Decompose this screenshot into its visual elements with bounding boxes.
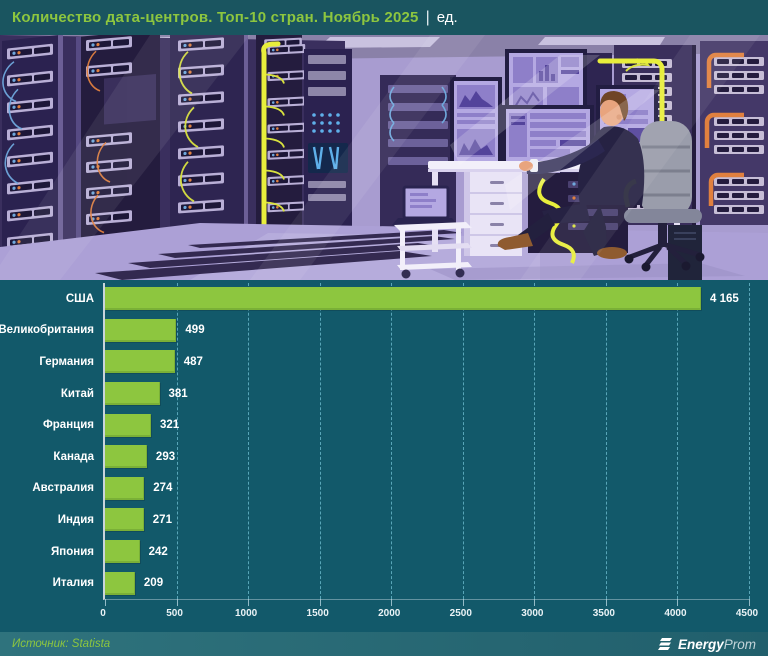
tick-label: 3500 [593,608,615,619]
bar [105,572,135,595]
plot-area: США4 165 Великобритания499 Германия487 Кита… [103,283,749,600]
bar-row: Великобритания499 [105,319,749,342]
tick-mark [177,599,178,606]
bar-row: Франция321 [105,414,749,437]
value-label: 293 [156,451,175,463]
value-label: 321 [160,419,179,431]
bar-row: Канада293 [105,445,749,468]
bar [105,540,140,563]
tick-label: 1000 [235,608,257,619]
bar [105,477,144,500]
infographic-page: Количество дата-центров. Топ-10 стран. Н… [0,0,768,656]
value-label: 242 [149,546,168,558]
bar-row: Австралия274 [105,477,749,500]
tick-mark [749,599,750,606]
tick-label: 3000 [521,608,543,619]
category-label: Китай [61,388,94,400]
bar [105,287,701,310]
bar-rows: США4 165 Великобритания499 Германия487 Кита… [105,283,749,599]
title-bar: Количество дата-центров. Топ-10 стран. Н… [0,0,768,35]
tick-label: 2500 [450,608,472,619]
value-label: 209 [144,577,163,589]
page-title: Количество дата-центров. Топ-10 стран. Н… [12,9,419,26]
tick-label: 1500 [307,608,329,619]
tick-mark [320,599,321,606]
tick-label: 4500 [736,608,758,619]
category-label: Великобритания [0,324,94,336]
bar [105,382,160,405]
bar [105,445,147,468]
energy-bars-icon [658,637,673,652]
category-label: Италия [53,577,94,589]
tick-mark [463,599,464,606]
value-label: 271 [153,514,172,526]
category-label: Индия [58,514,94,526]
server-room-art [0,35,768,280]
bar-row: Индия271 [105,508,749,531]
bar [105,508,144,531]
category-label: Австралия [32,482,94,494]
tick-mark [677,599,678,606]
bar-row: Германия487 [105,350,749,373]
x-axis: 050010001500200025003000350040004500 [103,608,747,622]
title-unit: ед. [437,9,458,26]
category-label: Канада [53,451,94,463]
server-room-illustration [0,35,768,280]
tick-mark [248,599,249,606]
bar-chart: США4 165Великобритания499Германия487Кита… [0,280,768,632]
tick-mark [105,599,106,606]
value-label: 274 [153,482,172,494]
bar [105,414,151,437]
tick-label: 500 [166,608,183,619]
value-label: 381 [169,388,188,400]
bar-row: Китай381 [105,382,749,405]
brand-name-bold: Energy [678,637,724,652]
brand-name-light: Prom [724,637,756,652]
tick-label: 2000 [378,608,400,619]
category-label: Япония [51,546,94,558]
tick-label: 0 [100,608,106,619]
gridline [749,283,750,599]
category-label: США [66,293,94,305]
value-label: 499 [185,324,204,336]
brand-logo: EnergyProm [658,637,756,652]
category-label: Франция [43,419,94,431]
source-label: Источник: Statista [12,638,110,650]
tick-mark [606,599,607,606]
bar-row: Япония242 [105,540,749,563]
bar [105,319,176,342]
bar [105,350,175,373]
bar-row: США4 165 [105,287,749,310]
value-label: 487 [184,356,203,368]
bar-row: Италия209 [105,572,749,595]
footer: Источник: Statista EnergyProm [0,632,768,656]
title-separator: | [426,9,430,27]
value-label: 4 165 [710,293,739,305]
category-label: Германия [39,356,94,368]
tick-label: 4000 [664,608,686,619]
tick-mark [534,599,535,606]
tick-mark [391,599,392,606]
